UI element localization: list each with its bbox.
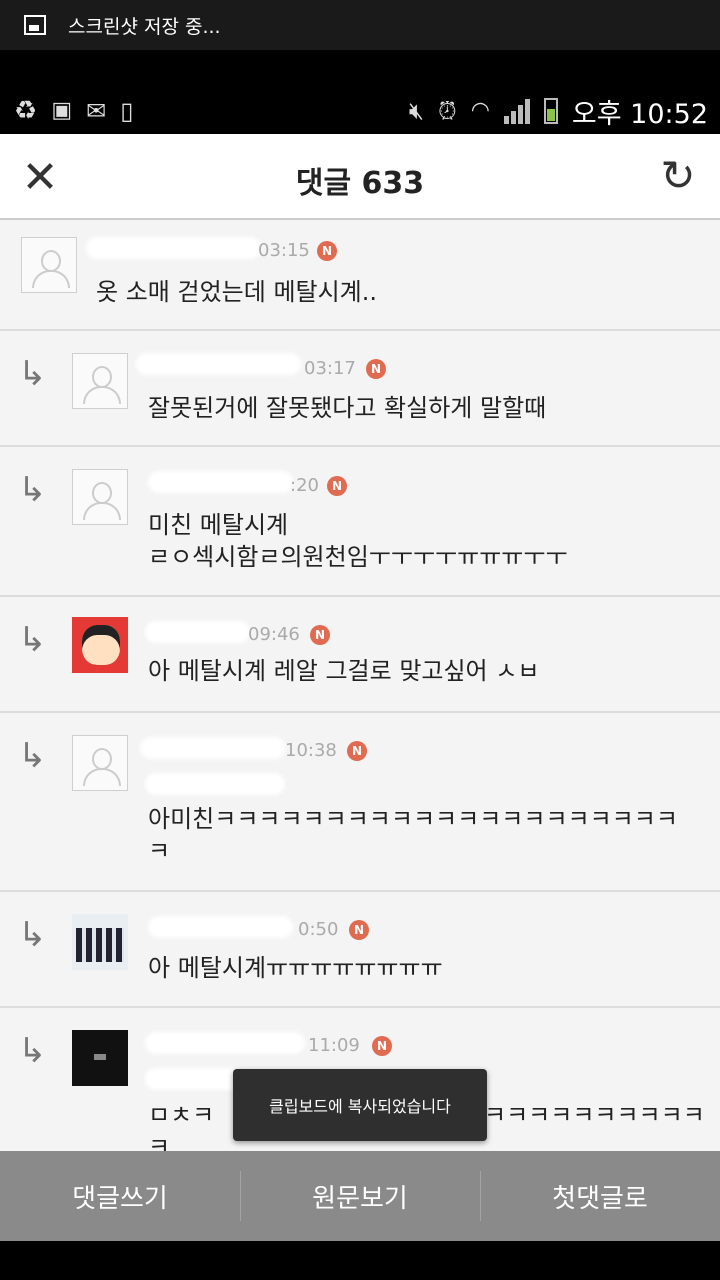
avatar[interactable]	[21, 237, 77, 293]
gmail-icon: ✉	[86, 97, 107, 125]
comment-text: ㅋ	[148, 837, 171, 865]
comment-text: ㅋ	[148, 1133, 171, 1151]
image-icon: ▣	[51, 98, 73, 123]
notification-bar: 스크린샷 저장 중...	[0, 0, 720, 50]
author-name	[86, 237, 261, 259]
clipboard-toast: 클립보드에 복사되었습니다	[233, 1069, 487, 1141]
reply-arrow-icon: ↳	[18, 354, 47, 394]
author-name	[145, 621, 250, 643]
comment-time: 09:46	[248, 624, 300, 645]
reply-arrow-icon: ↳	[18, 736, 47, 776]
comment-time: :20	[290, 475, 319, 496]
new-badge: N	[317, 241, 337, 261]
new-badge: N	[310, 625, 330, 645]
author-name	[145, 1032, 305, 1054]
avatar[interactable]	[72, 914, 128, 970]
status-bar: ♻ ▣ ✉ ▯ 🔇︎ ⏰︎ ◠ 오후 10:52	[0, 88, 720, 134]
comment-text: ㅁㅊㅋ	[148, 1101, 215, 1129]
comment-time: 0:50	[298, 919, 339, 940]
bottom-action-bar: 댓글쓰기 원문보기 첫댓글로	[0, 1151, 720, 1241]
avatar[interactable]	[72, 735, 128, 791]
new-badge: N	[366, 359, 386, 379]
comment-time: 10:38	[285, 740, 337, 761]
author-id	[145, 773, 285, 795]
alarm-icon: ⏰︎	[437, 97, 457, 125]
first-comment-button[interactable]: 첫댓글로	[480, 1151, 720, 1241]
page-title: 댓글 633	[295, 166, 425, 201]
comment-text-continued: ㅋㅋㅋㅋㅋㅋㅋㅋㅋㅋ	[484, 1101, 705, 1129]
avatar[interactable]	[72, 1030, 128, 1086]
reply-arrow-icon: ↳	[18, 470, 47, 510]
mute-icon: 🔇︎	[408, 97, 424, 125]
comment-item[interactable]: ↳ :20 N 미친 메탈시계 ㄹㅇ섹시함ㄹ의원천임ㅜㅜㅜㅜㅠㅠㅠㅜㅜ	[0, 447, 720, 597]
screenshot-icon	[24, 15, 46, 35]
reply-arrow-icon: ↳	[18, 1031, 47, 1071]
comment-text: 옷 소매 걷었는데 메탈시계..	[96, 278, 378, 306]
comment-text: 아미친ㅋㅋㅋㅋㅋㅋㅋㅋㅋㅋㅋㅋㅋㅋㅋㅋㅋㅋㅋㅋㅋ	[148, 805, 678, 833]
new-badge: N	[327, 476, 347, 496]
battery-icon	[543, 98, 558, 124]
reply-arrow-icon: ↳	[18, 620, 47, 660]
comment-item[interactable]: ↳ 10:38 N 아미친ㅋㅋㅋㅋㅋㅋㅋㅋㅋㅋㅋㅋㅋㅋㅋㅋㅋㅋㅋㅋㅋ ㅋ	[0, 713, 720, 892]
clock: 오후 10:52	[571, 98, 708, 130]
comment-item[interactable]: ↳ 09:46 N 아 메탈시계 레알 그걸로 맞고싶어 ㅅㅂ	[0, 597, 720, 713]
new-badge: N	[347, 741, 367, 761]
comment-text: ㄹㅇ섹시함ㄹ의원천임ㅜㅜㅜㅜㅠㅠㅠㅜㅜ	[148, 543, 568, 571]
refresh-icon[interactable]: ↻	[654, 152, 702, 200]
comment-text: 아 메탈시계 레알 그걸로 맞고싶어 ㅅㅂ	[148, 657, 540, 685]
avatar[interactable]	[72, 617, 128, 673]
author-id	[145, 1068, 245, 1090]
signal-icon	[503, 98, 530, 124]
comment-time: 03:15	[258, 240, 310, 261]
author-name	[140, 737, 285, 759]
comment-item[interactable]: ↳ 0:50 N 아 메탈시계ㅠㅠㅠㅠㅠㅠㅠㅠ	[0, 892, 720, 1008]
comment-text: 아 메탈시계ㅠㅠㅠㅠㅠㅠㅠㅠ	[148, 954, 443, 982]
comment-time: 11:09	[308, 1035, 360, 1056]
new-badge: N	[349, 920, 369, 940]
phone-icon: ▯	[120, 97, 134, 125]
wifi-icon: ◠	[470, 98, 490, 123]
author-name	[136, 353, 301, 375]
comment-time: 03:17	[304, 358, 356, 379]
navigation-area	[0, 1241, 720, 1280]
view-original-button[interactable]: 원문보기	[240, 1151, 480, 1241]
comment-text: 미친 메탈시계	[148, 511, 289, 539]
comment-list[interactable]: 03:15 N 옷 소매 걷었는데 메탈시계.. ↳ 03:17 N 잘못된거에…	[0, 220, 720, 1151]
author-name	[148, 471, 293, 493]
comment-text: 잘못된거에 잘못됐다고 확실하게 말할때	[148, 394, 547, 422]
recycle-icon: ♻	[14, 96, 38, 126]
new-badge: N	[372, 1036, 392, 1056]
reply-arrow-icon: ↳	[18, 915, 47, 955]
comments-header: ✕ 댓글 633 ↻	[0, 134, 720, 220]
comment-item[interactable]: 03:15 N 옷 소매 걷었는데 메탈시계..	[0, 220, 720, 331]
author-name	[148, 916, 293, 938]
notification-text: 스크린샷 저장 중...	[68, 15, 221, 38]
comment-item[interactable]: ↳ 03:17 N 잘못된거에 잘못됐다고 확실하게 말할때	[0, 331, 720, 447]
write-comment-button[interactable]: 댓글쓰기	[0, 1151, 240, 1241]
avatar[interactable]	[72, 469, 128, 525]
avatar[interactable]	[72, 353, 128, 409]
